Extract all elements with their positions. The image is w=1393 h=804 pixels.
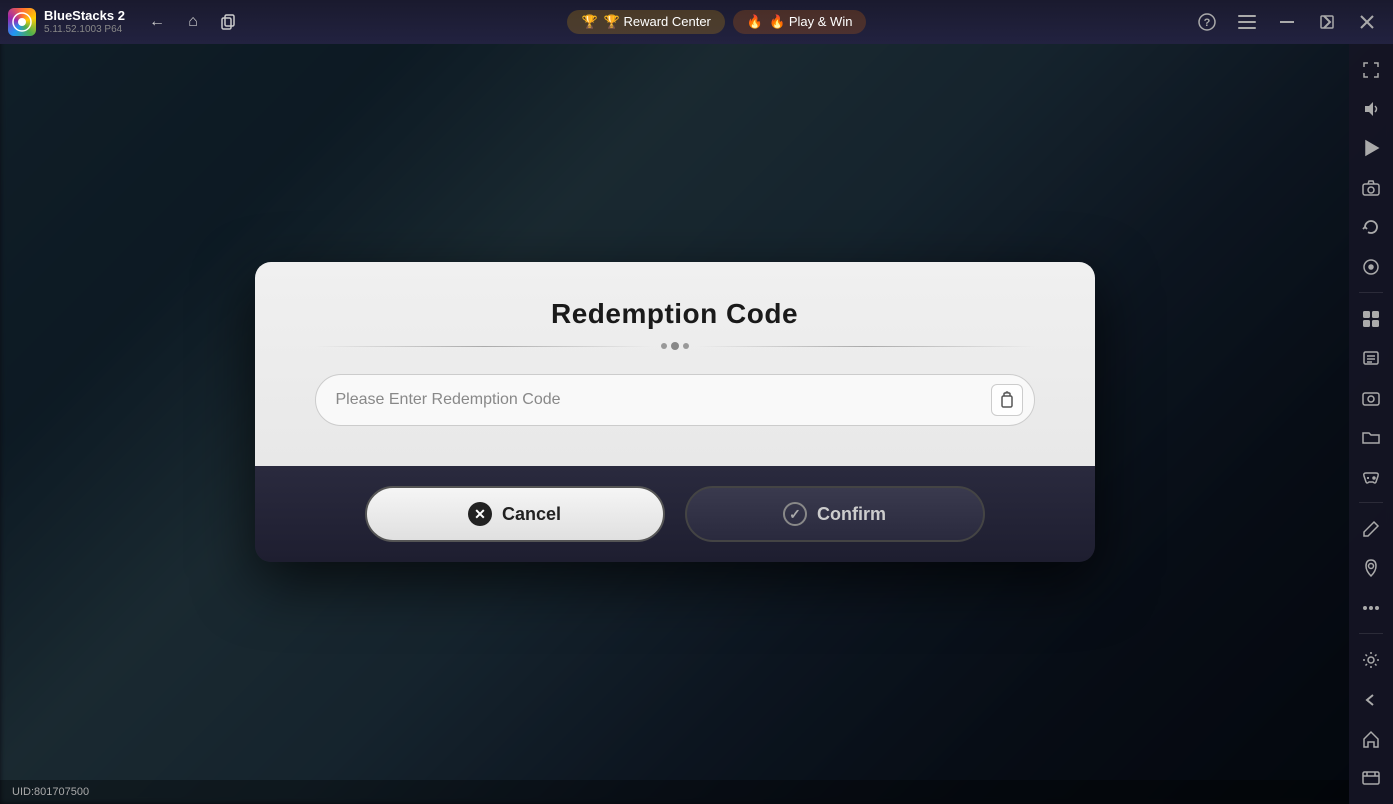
- divider-line-right: [697, 346, 1035, 347]
- back-button[interactable]: ←: [141, 6, 173, 38]
- sidebar-fullscreen-icon[interactable]: [1353, 52, 1389, 87]
- sidebar-play-icon[interactable]: [1353, 131, 1389, 166]
- svg-text:?: ?: [1204, 17, 1211, 29]
- reward-center-button[interactable]: 🏆 🏆 Reward Center: [567, 10, 724, 34]
- modal-title: Redemption Code: [551, 298, 798, 330]
- right-sidebar: [1349, 44, 1393, 804]
- expand-button[interactable]: [1305, 0, 1349, 44]
- sidebar-rotation-icon[interactable]: [1353, 249, 1389, 284]
- sidebar-divider-1: [1359, 292, 1383, 293]
- redemption-modal: Redemption Code: [255, 262, 1095, 562]
- app-name-block: BlueStacks 2 5.11.52.1003 P64: [44, 8, 125, 36]
- paste-button[interactable]: [991, 384, 1023, 416]
- divider-line-left: [315, 346, 653, 347]
- divider-dot-center: [671, 342, 679, 350]
- copy-button[interactable]: [213, 6, 245, 38]
- menu-button[interactable]: [1229, 8, 1265, 36]
- sidebar-recents-icon[interactable]: [1353, 761, 1389, 796]
- redemption-code-input[interactable]: [315, 374, 1035, 426]
- divider-dot-3: [683, 343, 689, 349]
- modal-body: Redemption Code: [255, 262, 1095, 466]
- fire-icon: 🔥: [747, 14, 763, 30]
- input-wrapper: [315, 374, 1035, 426]
- confirm-label: Confirm: [817, 504, 886, 525]
- modal-divider: [315, 342, 1035, 350]
- cancel-button[interactable]: ✕ Cancel: [365, 486, 665, 542]
- divider-dots: [661, 342, 689, 350]
- divider-dot-1: [661, 343, 667, 349]
- sidebar-folder-icon[interactable]: [1353, 420, 1389, 455]
- home-button[interactable]: ⌂: [177, 6, 209, 38]
- app-name: BlueStacks 2: [44, 8, 125, 24]
- help-button[interactable]: ?: [1189, 8, 1225, 36]
- cancel-icon: ✕: [468, 502, 492, 526]
- sidebar-location-icon[interactable]: [1353, 551, 1389, 586]
- uid-text: UID:801707500: [12, 786, 89, 798]
- sidebar-apps-icon[interactable]: [1353, 301, 1389, 336]
- sidebar-more-icon[interactable]: [1353, 590, 1389, 625]
- sidebar-files-icon[interactable]: [1353, 341, 1389, 376]
- reward-icon: 🏆: [581, 14, 597, 30]
- sidebar-volume-icon[interactable]: [1353, 91, 1389, 126]
- sidebar-divider-3: [1359, 633, 1383, 634]
- sidebar-camera-icon[interactable]: [1353, 170, 1389, 205]
- sidebar-edit-icon[interactable]: [1353, 511, 1389, 546]
- app-version: 5.11.52.1003 P64: [44, 24, 125, 36]
- topbar-right: ?: [1189, 8, 1385, 36]
- sidebar-back-icon[interactable]: [1353, 682, 1389, 717]
- minimize-button[interactable]: [1269, 8, 1305, 36]
- topbar: BlueStacks 2 5.11.52.1003 P64 ← ⌂ 🏆 🏆 Re…: [0, 0, 1393, 44]
- play-win-label: 🔥 Play & Win: [769, 14, 852, 30]
- modal-footer: ✕ Cancel ✓ Confirm: [255, 466, 1095, 562]
- topbar-center: 🏆 🏆 Reward Center 🔥 🔥 Play & Win: [253, 10, 1181, 34]
- sidebar-settings-icon[interactable]: [1353, 642, 1389, 677]
- sidebar-screenshot-icon[interactable]: [1353, 380, 1389, 415]
- confirm-icon: ✓: [783, 502, 807, 526]
- play-win-button[interactable]: 🔥 🔥 Play & Win: [733, 10, 867, 34]
- sidebar-refresh-icon[interactable]: [1353, 210, 1389, 245]
- reward-label: 🏆 Reward Center: [604, 14, 711, 30]
- bottom-bar: UID:801707500: [0, 780, 1349, 804]
- nav-icons: ← ⌂: [141, 6, 245, 38]
- sidebar-home-icon[interactable]: [1353, 721, 1389, 756]
- confirm-button[interactable]: ✓ Confirm: [685, 486, 985, 542]
- modal-overlay: Redemption Code: [0, 44, 1349, 780]
- close-button[interactable]: [1349, 8, 1385, 36]
- app-logo: [8, 8, 36, 36]
- sidebar-divider-2: [1359, 502, 1383, 503]
- cancel-label: Cancel: [502, 504, 561, 525]
- sidebar-gamepad-icon[interactable]: [1353, 459, 1389, 494]
